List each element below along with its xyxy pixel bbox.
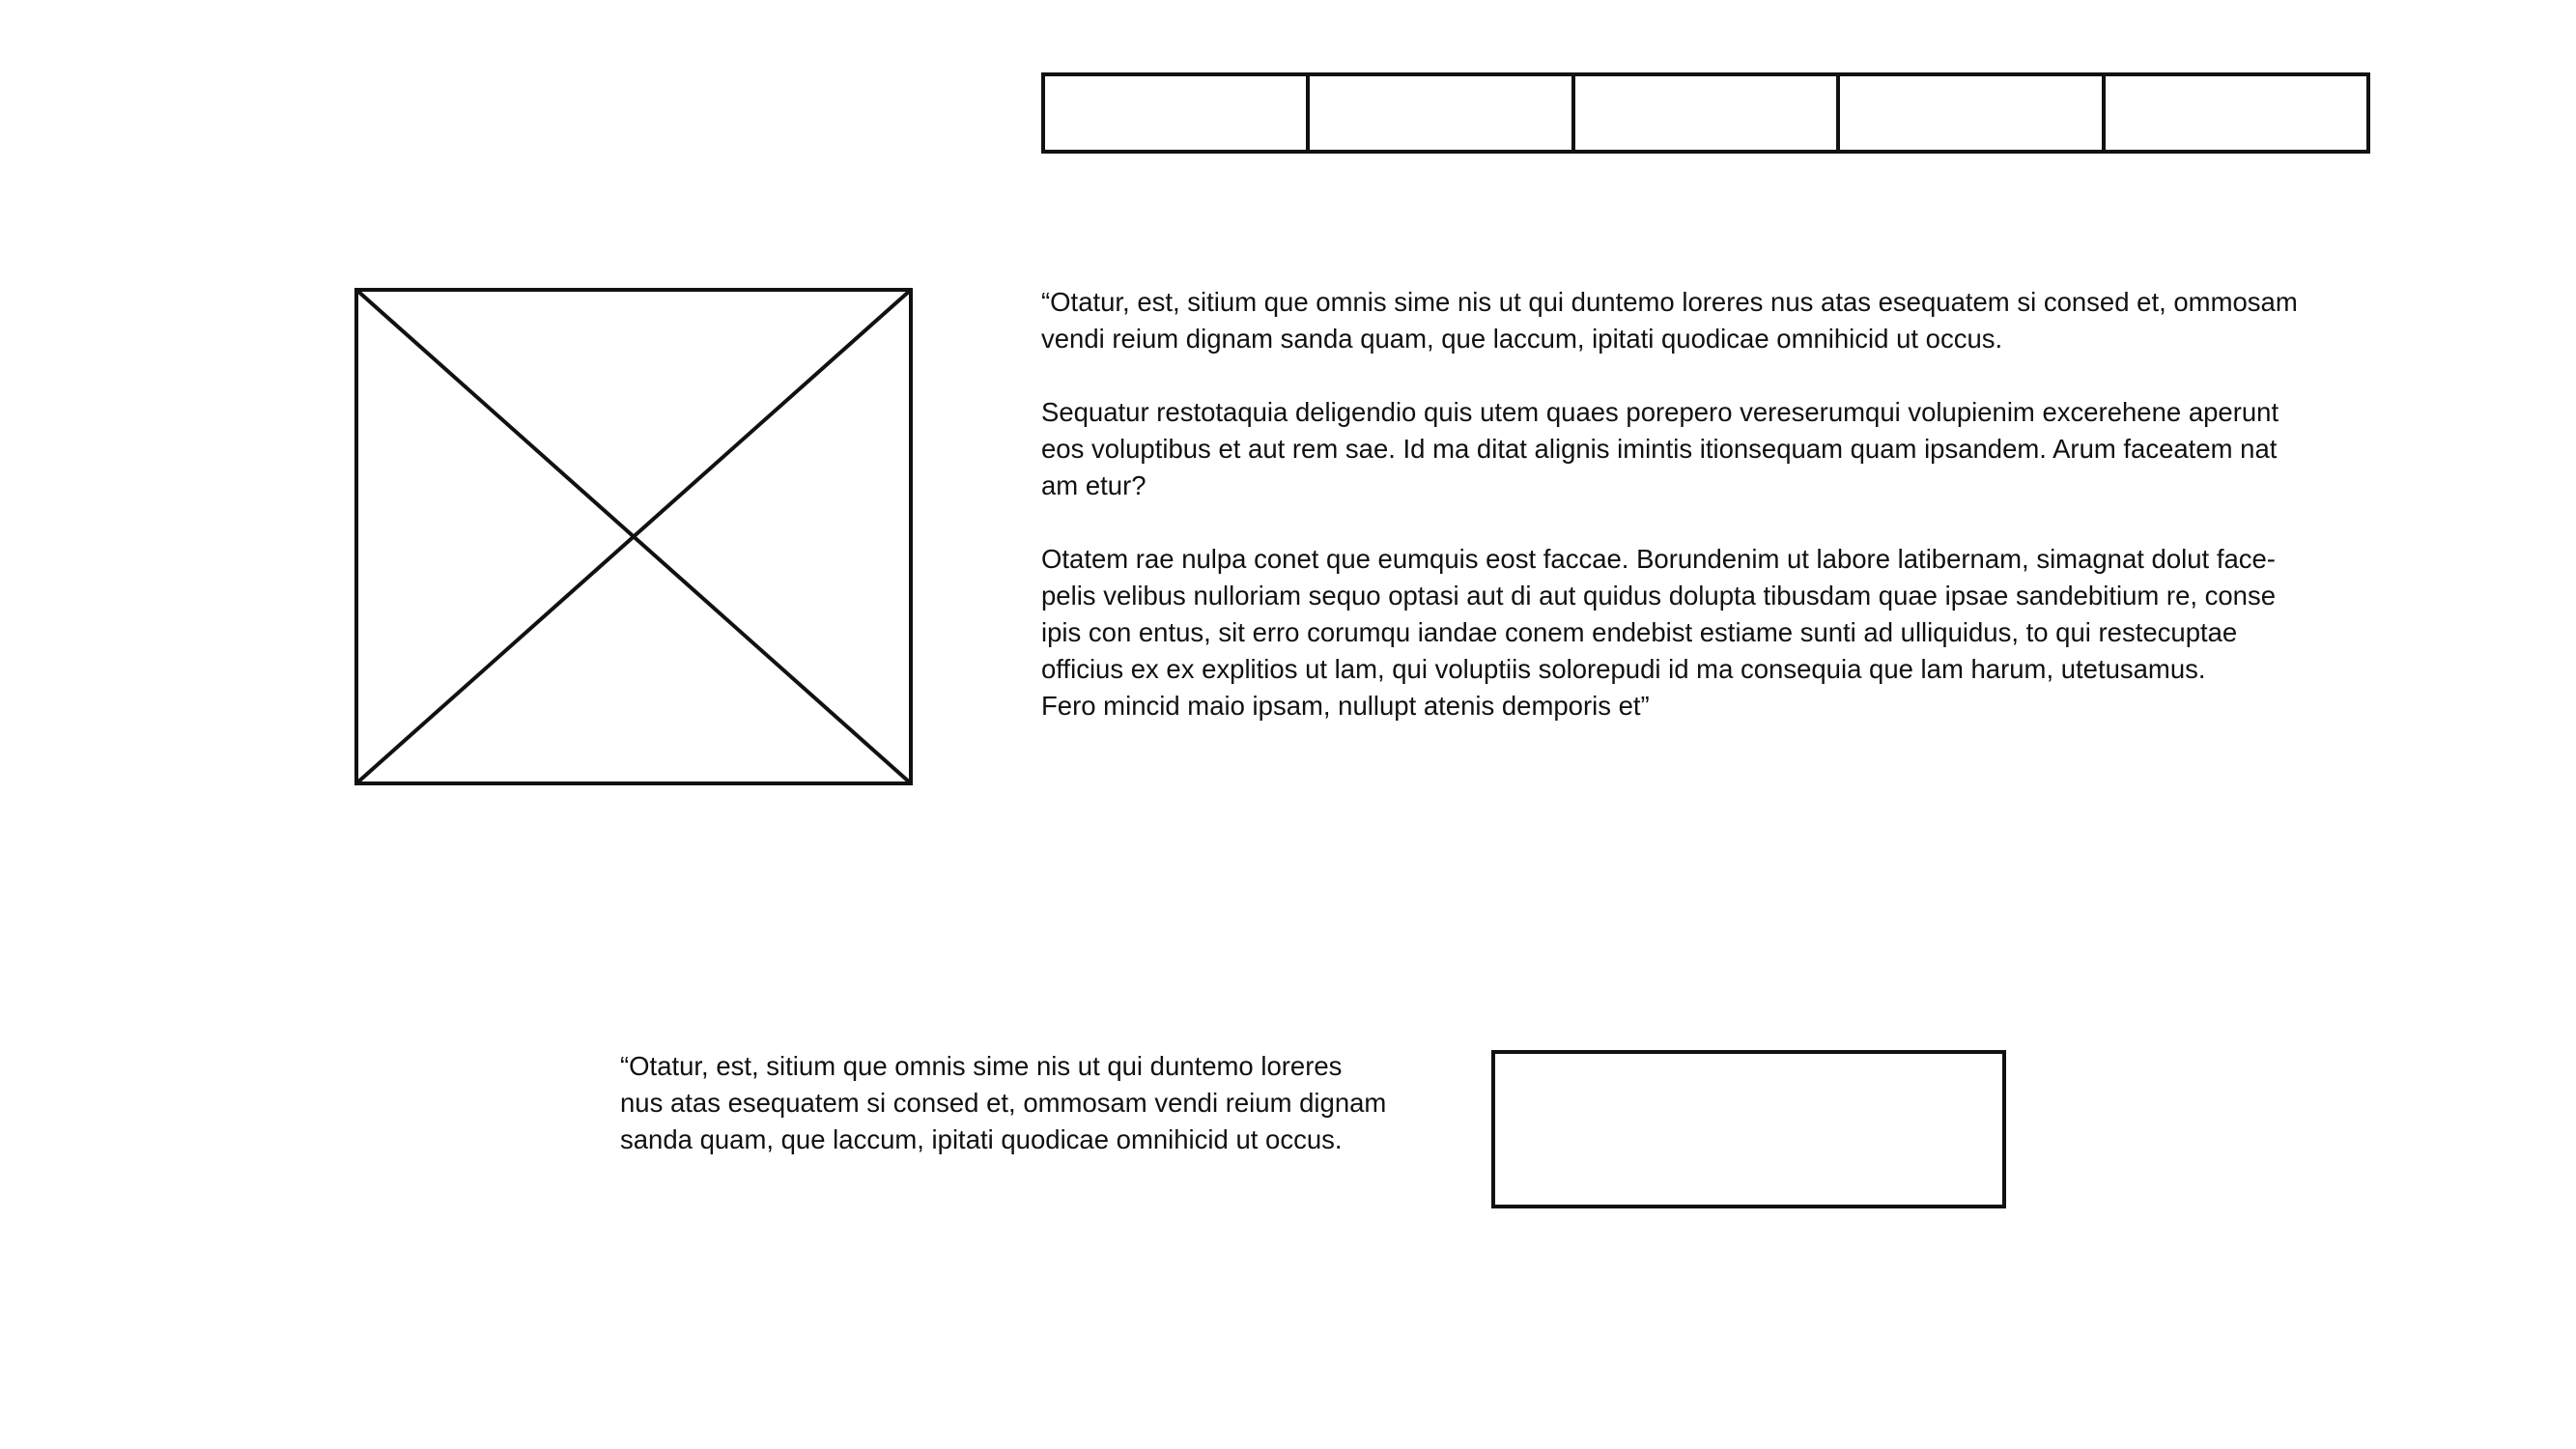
image-placeholder: [354, 288, 913, 785]
bottom-quote: “Otatur, est, sitium que omnis sime nis …: [620, 1051, 1387, 1154]
nav-item-1[interactable]: [1045, 76, 1311, 150]
main-paragraph-2: Sequatur restotaquia deligendio quis ute…: [1041, 397, 2279, 500]
nav-item-2[interactable]: [1310, 76, 1575, 150]
nav-item-3[interactable]: [1575, 76, 1841, 150]
main-text-block: “Otatur, est, sitium que omnis sime nis …: [1041, 284, 2374, 724]
top-nav: [1041, 72, 2370, 154]
bottom-box-placeholder[interactable]: [1491, 1050, 2006, 1208]
image-placeholder-icon: [354, 288, 913, 785]
main-paragraph-1: “Otatur, est, sitium que omnis sime nis …: [1041, 287, 2298, 354]
main-paragraph-3: Otatem rae nulpa conet que eumquis eost …: [1041, 544, 2277, 721]
nav-item-5[interactable]: [2106, 76, 2366, 150]
nav-item-4[interactable]: [1840, 76, 2106, 150]
